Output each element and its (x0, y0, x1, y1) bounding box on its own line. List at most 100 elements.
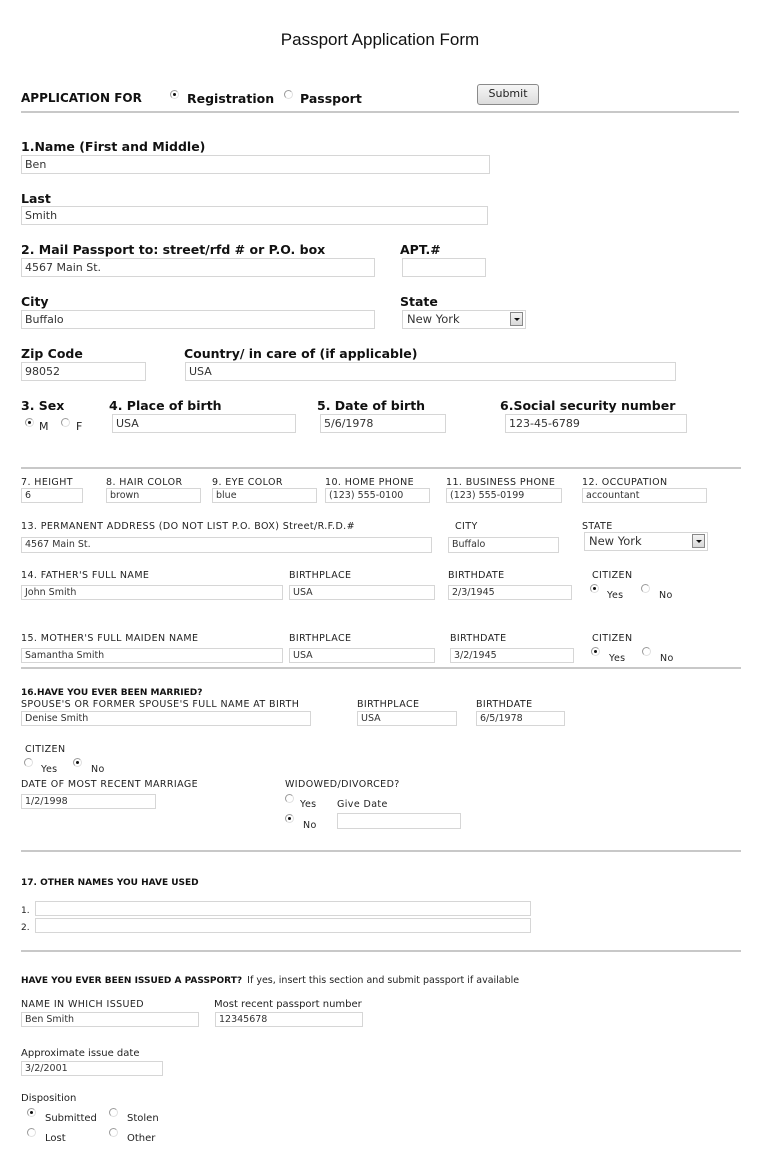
widowed-no-radio[interactable] (285, 814, 294, 823)
passport-number-label: Most recent passport number (214, 999, 362, 1010)
date-of-birth-input[interactable]: 5/6/1978 (320, 414, 446, 433)
divider (21, 850, 741, 852)
permanent-state-select[interactable]: New York (584, 532, 708, 551)
married-heading: 16.HAVE YOU EVER BEEN MARRIED? (21, 688, 203, 698)
application-for-label: APPLICATION FOR (21, 91, 142, 105)
widowed-no-label: No (303, 820, 317, 831)
apt-label: APT.# (400, 242, 441, 257)
permanent-city-input[interactable]: Buffalo (448, 537, 559, 553)
issue-date-label: Approximate issue date (21, 1048, 140, 1059)
mother-citizen-label: CITIZEN (592, 633, 633, 644)
mail-address-input[interactable]: 4567 Main St. (21, 258, 375, 277)
spouse-birthplace-input[interactable]: USA (357, 711, 457, 726)
spouse-birthplace-label: BIRTHPLACE (357, 699, 420, 710)
name-issued-label: NAME IN WHICH ISSUED (21, 999, 145, 1010)
father-birthdate-input[interactable]: 2/3/1945 (448, 585, 572, 600)
mother-name-input[interactable]: Samantha Smith (21, 648, 283, 663)
spouse-birthdate-input[interactable]: 6/5/1978 (476, 711, 565, 726)
father-citizen-no-radio[interactable] (641, 584, 650, 593)
father-birthplace-input[interactable]: USA (289, 585, 435, 600)
father-name-label: 14. FATHER'S FULL NAME (21, 570, 150, 581)
sex-f-radio[interactable] (61, 418, 70, 427)
widowed-label: WIDOWED/DIVORCED? (285, 779, 400, 790)
ssn-input[interactable]: 123-45-6789 (505, 414, 687, 433)
disposition-submitted-radio[interactable] (27, 1108, 36, 1117)
issue-date-input[interactable]: 3/2/2001 (21, 1061, 163, 1076)
ssn-label: 6.Social security number (500, 398, 676, 413)
registration-radio[interactable] (170, 90, 179, 99)
first-middle-input[interactable]: Ben (21, 155, 490, 174)
occupation-input[interactable]: accountant (582, 488, 707, 503)
mother-citizen-no-radio[interactable] (642, 647, 651, 656)
eye-color-input[interactable]: blue (212, 488, 317, 503)
widowed-yes-radio[interactable] (285, 794, 294, 803)
sex-m-label: M (39, 420, 49, 433)
disposition-lost-radio[interactable] (27, 1128, 36, 1137)
sex-f-label: F (76, 420, 83, 433)
passport-radio[interactable] (284, 90, 293, 99)
mail-address-label: 2. Mail Passport to: street/rfd # or P.O… (21, 242, 326, 257)
mother-citizen-yes-radio[interactable] (591, 647, 600, 656)
submit-button[interactable]: Submit (477, 84, 539, 105)
spouse-citizen-no-label: No (91, 764, 105, 775)
father-name-input[interactable]: John Smith (21, 585, 283, 600)
spouse-citizen-yes-label: Yes (41, 764, 58, 775)
other-name-2-number: 2. (21, 923, 30, 933)
last-name-input[interactable]: Smith (21, 206, 488, 225)
state-select[interactable]: New York (402, 310, 526, 329)
disposition-stolen-label: Stolen (127, 1113, 159, 1124)
date-of-birth-label: 5. Date of birth (317, 398, 426, 413)
disposition-other-radio[interactable] (109, 1128, 118, 1137)
issued-passport-note: If yes, insert this section and submit p… (247, 975, 520, 986)
sex-label: 3. Sex (21, 398, 65, 413)
father-citizen-yes-radio[interactable] (590, 584, 599, 593)
chevron-down-icon[interactable] (692, 534, 705, 548)
state-label: State (400, 294, 438, 309)
country-input[interactable]: USA (185, 362, 676, 381)
height-label: 7. HEIGHT (21, 477, 73, 488)
spouse-birthdate-label: BIRTHDATE (476, 699, 533, 710)
permanent-address-input[interactable]: 4567 Main St. (21, 537, 432, 553)
give-date-input[interactable] (337, 813, 461, 829)
other-name-2-input[interactable] (35, 918, 531, 933)
mother-birthdate-label: BIRTHDATE (450, 633, 507, 644)
home-phone-input[interactable]: (123) 555-0100 (325, 488, 430, 503)
passport-label: Passport (300, 91, 362, 106)
disposition-submitted-label: Submitted (45, 1113, 97, 1124)
other-names-heading: 17. OTHER NAMES YOU HAVE USED (21, 878, 199, 888)
name-issued-input[interactable]: Ben Smith (21, 1012, 199, 1027)
business-phone-label: 11. BUSINESS PHONE (446, 477, 556, 488)
place-of-birth-input[interactable]: USA (112, 414, 296, 433)
marriage-date-input[interactable]: 1/2/1998 (21, 794, 156, 809)
spouse-citizen-yes-radio[interactable] (24, 758, 33, 767)
disposition-other-label: Other (127, 1133, 156, 1144)
father-birthplace-label: BIRTHPLACE (289, 570, 352, 581)
zip-label: Zip Code (21, 346, 83, 361)
permanent-city-label: CITY (455, 521, 478, 532)
chevron-down-icon[interactable] (510, 312, 523, 326)
issued-passport-heading: HAVE YOU EVER BEEN ISSUED A PASSPORT? (21, 976, 243, 986)
mother-birthdate-input[interactable]: 3/2/1945 (450, 648, 574, 663)
father-citizen-no-label: No (659, 590, 673, 601)
zip-input[interactable]: 98052 (21, 362, 146, 381)
occupation-label: 12. OCCUPATION (582, 477, 668, 488)
mother-citizen-no-label: No (660, 653, 674, 664)
disposition-label: Disposition (21, 1093, 77, 1104)
disposition-stolen-radio[interactable] (109, 1108, 118, 1117)
other-name-1-number: 1. (21, 906, 30, 916)
first-middle-label: 1.Name (First and Middle) (21, 139, 206, 154)
city-input[interactable]: Buffalo (21, 310, 375, 329)
mother-birthplace-input[interactable]: USA (289, 648, 435, 663)
spouse-name-input[interactable]: Denise Smith (21, 711, 311, 726)
sex-m-radio[interactable] (25, 418, 34, 427)
passport-number-input[interactable]: 12345678 (215, 1012, 363, 1027)
spouse-citizen-no-radio[interactable] (73, 758, 82, 767)
hair-color-label: 8. HAIR COLOR (106, 477, 183, 488)
hair-color-input[interactable]: brown (106, 488, 201, 503)
business-phone-input[interactable]: (123) 555-0199 (446, 488, 562, 503)
apt-input[interactable] (402, 258, 486, 277)
height-input[interactable]: 6 (21, 488, 83, 503)
other-name-1-input[interactable] (35, 901, 531, 916)
permanent-state-label: STATE (582, 521, 613, 532)
registration-label: Registration (187, 91, 275, 106)
